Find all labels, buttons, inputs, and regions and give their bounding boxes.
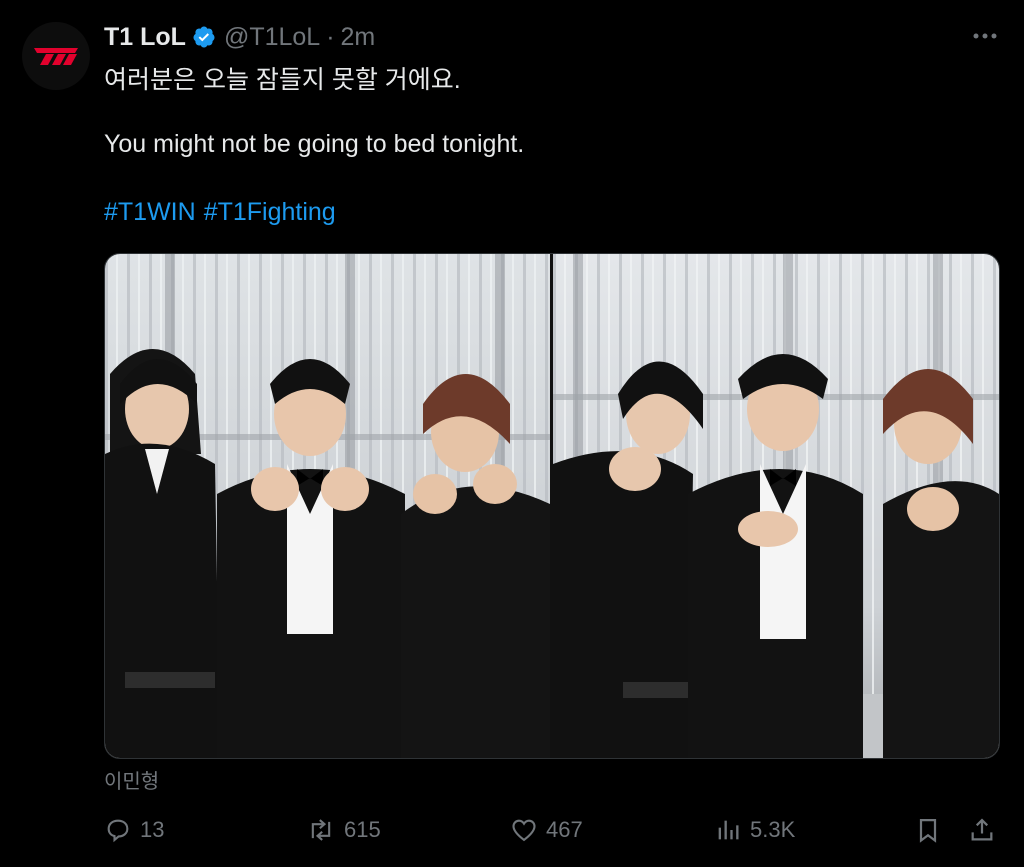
photo-left-image [105, 254, 550, 758]
author-name[interactable]: T1 LoL [104, 23, 186, 52]
reply-count: 13 [140, 817, 165, 842]
tweet-text-korean: 여러분은 오늘 잠들지 못할 거에요. [104, 66, 461, 94]
like-icon [512, 819, 536, 842]
hashtag-link[interactable]: #T1Fighting [204, 198, 336, 226]
separator-dot: · [326, 22, 335, 51]
like-button[interactable]: 467 [510, 812, 583, 848]
verified-badge-icon [193, 26, 215, 48]
repost-icon [311, 819, 331, 841]
more-icon [973, 33, 997, 39]
tweet-time[interactable]: 2m [341, 23, 376, 52]
media-grid[interactable] [104, 253, 1000, 759]
media-caption[interactable]: 이민형 [104, 765, 159, 794]
share-icon [971, 818, 993, 841]
repost-count: 615 [344, 817, 381, 842]
views-button[interactable]: 5.3K [714, 812, 795, 848]
photo-right[interactable] [553, 254, 999, 758]
like-count: 467 [546, 817, 583, 842]
action-bar: 13 615 467 5.3K [104, 812, 1000, 848]
share-button[interactable] [968, 812, 1004, 848]
t1-logo [34, 48, 78, 65]
hashtag-link[interactable]: #T1WIN [104, 198, 196, 226]
author-handle[interactable]: @T1LoL [224, 23, 320, 52]
photo-right-image [553, 254, 999, 758]
tweet-text-english: You might not be going to bed tonight. [104, 130, 525, 158]
bookmark-icon [919, 818, 937, 843]
avatar[interactable] [22, 22, 90, 90]
reply-icon [107, 819, 129, 843]
views-icon [718, 820, 739, 840]
views-count: 5.3K [750, 817, 796, 842]
tweet-header: T1 LoL @T1LoL · 2m [104, 20, 375, 54]
more-button[interactable] [970, 24, 1000, 48]
photo-left[interactable] [105, 254, 550, 758]
repost-button[interactable]: 615 [306, 812, 381, 848]
bookmark-button[interactable] [914, 812, 950, 848]
hashtags: #T1WIN #T1Fighting [104, 198, 344, 227]
reply-button[interactable]: 13 [104, 812, 164, 848]
